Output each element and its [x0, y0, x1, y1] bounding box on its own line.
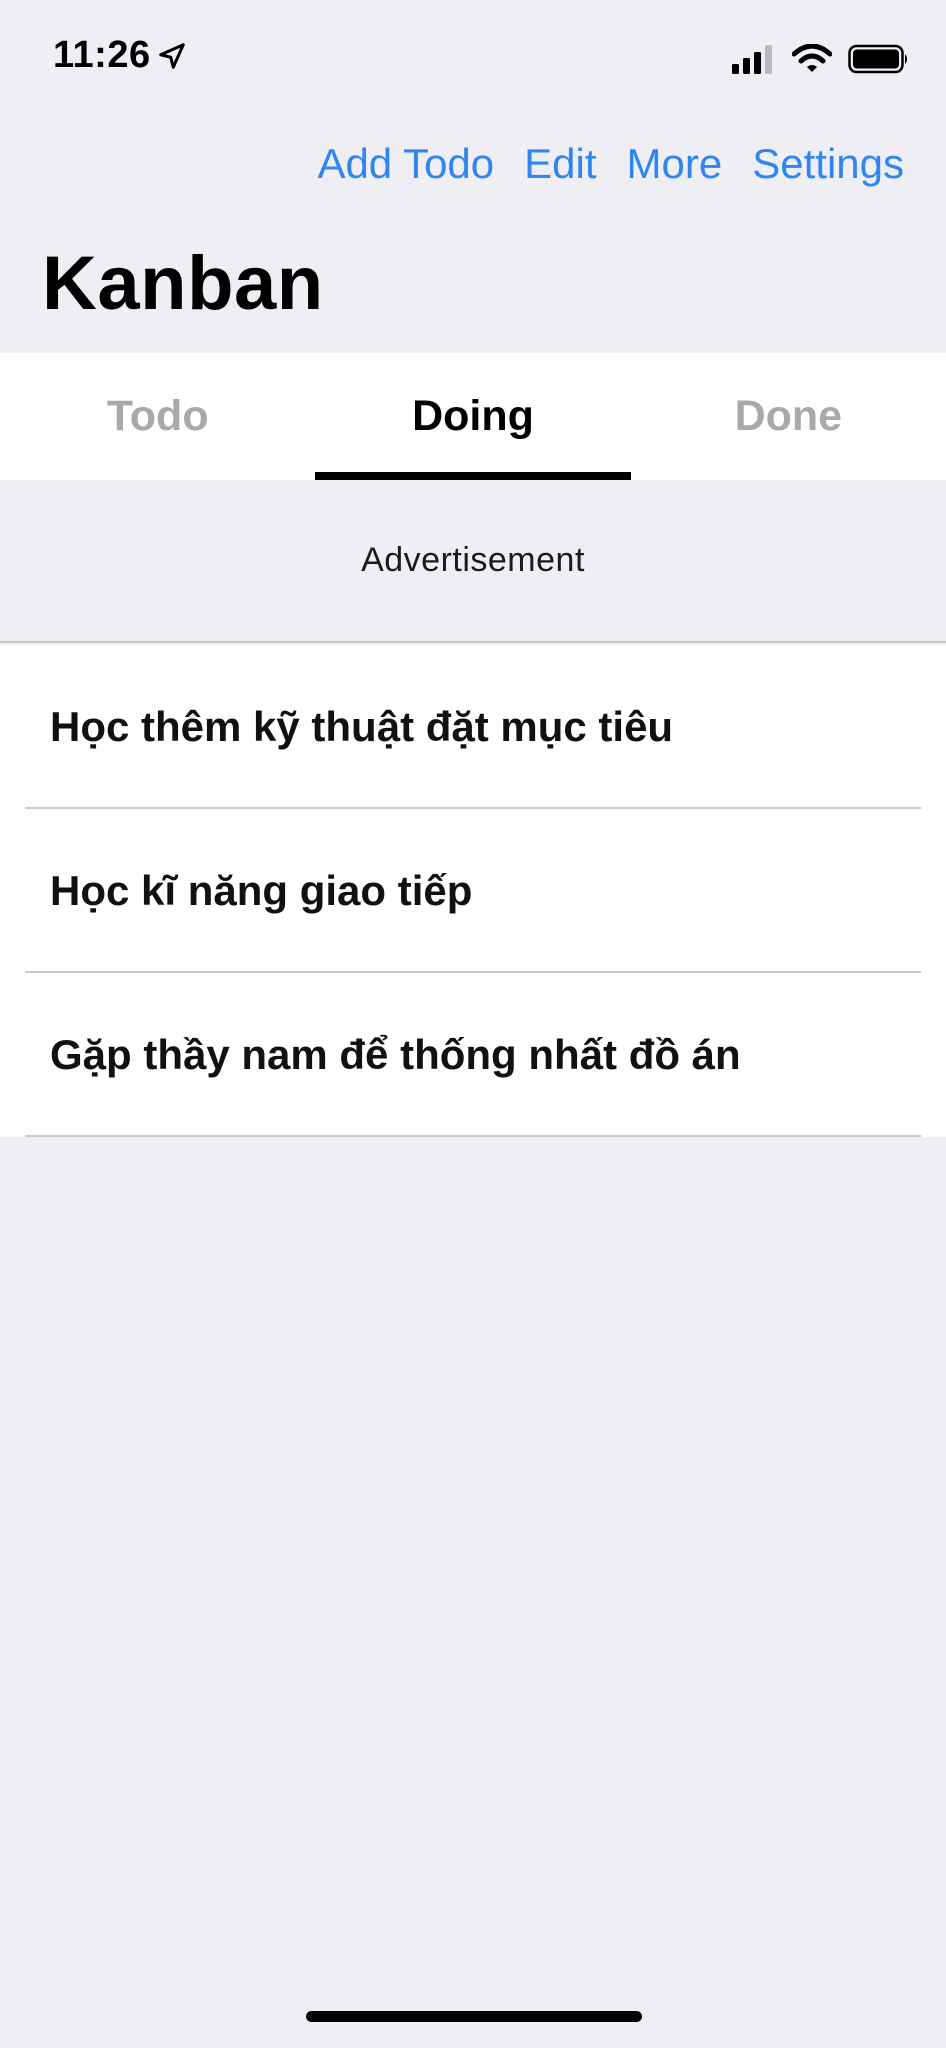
nav-actions: Add Todo Edit More Settings — [317, 140, 904, 188]
advertisement-banner[interactable]: Advertisement — [0, 480, 946, 643]
status-indicators — [732, 44, 910, 74]
tab-doing[interactable]: Doing — [315, 353, 631, 480]
status-bar: 11:26 — [0, 0, 946, 110]
more-button[interactable]: More — [627, 140, 723, 188]
wifi-icon — [792, 44, 832, 72]
app-screen: 11:26 Add Todo Edit More Settings Kanban… — [0, 0, 946, 2048]
page-title: Kanban — [42, 241, 324, 326]
location-arrow-icon — [158, 42, 185, 69]
list-item[interactable]: Học kĩ năng giao tiếp — [0, 809, 946, 973]
edit-button[interactable]: Edit — [524, 140, 596, 188]
task-list: Học thêm kỹ thuật đặt mục tiêu Học kĩ nă… — [0, 645, 946, 1137]
battery-icon — [848, 44, 907, 74]
list-item[interactable]: Học thêm kỹ thuật đặt mục tiêu — [0, 645, 946, 809]
list-item[interactable]: Gặp thầy nam để thống nhất đồ án — [0, 973, 946, 1137]
status-time-group: 11:26 — [53, 34, 187, 77]
add-todo-button[interactable]: Add Todo — [317, 140, 494, 188]
settings-button[interactable]: Settings — [752, 140, 904, 188]
tab-todo[interactable]: Todo — [0, 353, 315, 480]
advertisement-label: Advertisement — [361, 541, 585, 579]
status-time: 11:26 — [53, 34, 151, 76]
home-indicator[interactable] — [306, 2011, 642, 2022]
cellular-signal-icon — [732, 45, 772, 74]
tab-done[interactable]: Done — [631, 353, 946, 480]
tab-bar: Todo Doing Done — [0, 353, 946, 480]
